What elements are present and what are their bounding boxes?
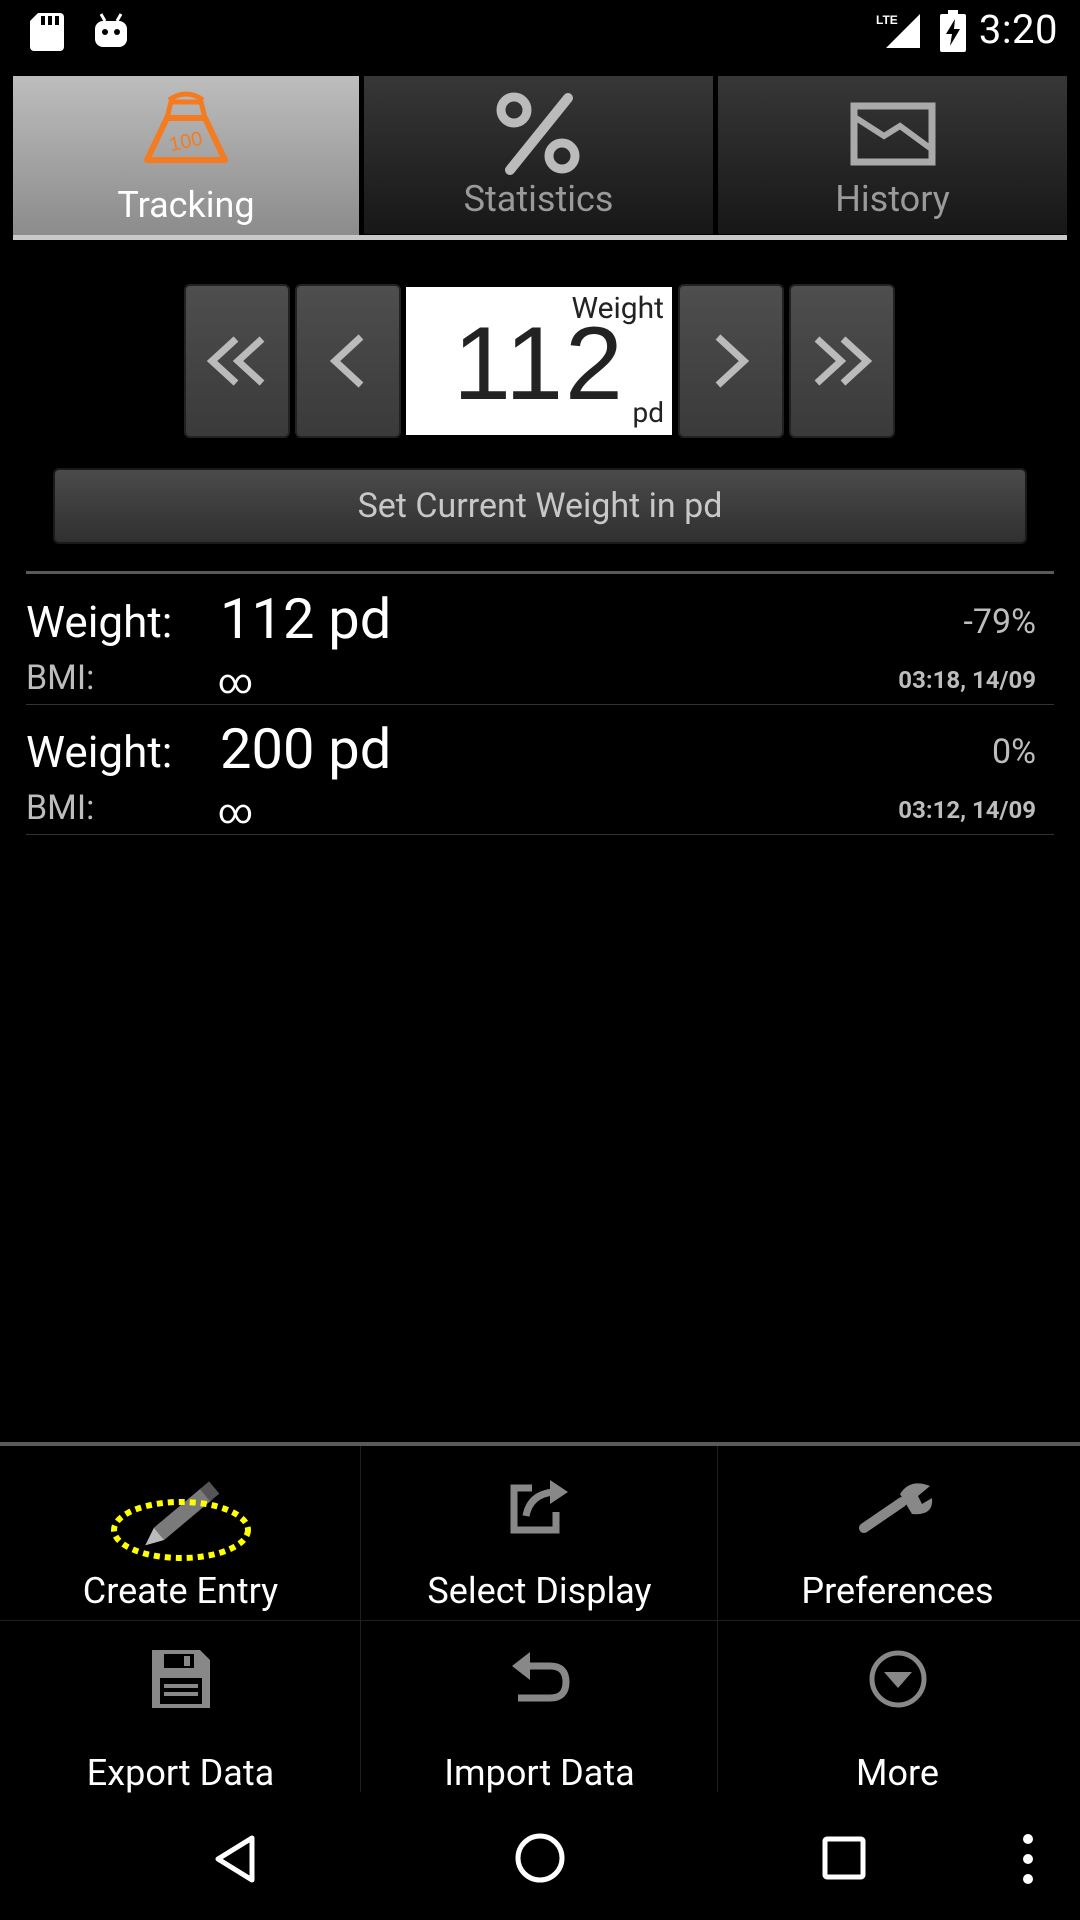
weight-display[interactable]: Weight 112 pd [406, 287, 672, 435]
android-icon [95, 13, 127, 47]
menu-separator [0, 1620, 1080, 1621]
clock: 3:20 [978, 6, 1058, 53]
tab-underline [13, 235, 1067, 240]
tab-label: Statistics [463, 178, 614, 220]
tab-statistics[interactable]: Statistics [364, 76, 715, 234]
menu-divider [0, 1442, 1080, 1446]
recents-icon[interactable] [822, 1836, 866, 1880]
export-data-button[interactable]: Export Data [2, 1622, 359, 1794]
previous-icon [329, 334, 364, 388]
bmi-label: BMI: [26, 788, 95, 828]
scale-weight-icon: 100 [144, 91, 228, 163]
select-display-button[interactable]: Select Display [361, 1448, 718, 1620]
pencil-icon [110, 1481, 251, 1561]
preferences-button[interactable]: Preferences [719, 1448, 1076, 1620]
percent-change: 0% [991, 732, 1036, 772]
undo-icon [511, 1652, 570, 1702]
overflow-menu-icon[interactable] [1018, 1832, 1038, 1886]
rewind-button[interactable] [184, 284, 290, 438]
set-current-weight-button[interactable]: Set Current Weight in pd [53, 468, 1027, 544]
svg-text:100: 100 [167, 128, 204, 156]
fast-forward-button[interactable] [789, 284, 895, 438]
percent-change: -79% [963, 602, 1036, 642]
save-icon [151, 1650, 210, 1708]
weight-value: 200 pd [220, 716, 392, 782]
import-data-button[interactable]: Import Data [361, 1622, 718, 1794]
tab-tracking[interactable]: 100 Tracking [13, 76, 361, 240]
menu-label: Preferences [801, 1570, 994, 1612]
status-bar: LTE 3:20 [0, 0, 1080, 63]
menu-label: Create Entry [82, 1570, 279, 1612]
list-item[interactable]: Weight: 200 pd 0% BMI: ∞ 03:12, 14/09 [26, 704, 1054, 835]
create-entry-button[interactable]: Create Entry [2, 1448, 359, 1620]
bmi-value: ∞ [218, 792, 253, 832]
weight-display-unit: pd [632, 396, 664, 429]
svg-text:LTE: LTE [876, 13, 898, 27]
more-icon [869, 1650, 926, 1708]
share-icon [510, 1480, 568, 1534]
percent-icon [496, 92, 579, 175]
entry-timestamp: 03:18, 14/09 [898, 666, 1036, 694]
tab-bar: 100 Tracking Statistics History [13, 76, 1067, 240]
next-icon [715, 334, 750, 388]
rewind-icon [206, 336, 265, 386]
more-button[interactable]: More [719, 1622, 1076, 1794]
weight-value: 112 pd [220, 586, 392, 652]
chart-image-icon [850, 102, 935, 166]
entry-timestamp: 03:12, 14/09 [898, 796, 1036, 824]
lte-signal-icon: LTE [876, 13, 920, 48]
sd-card-icon [30, 13, 64, 51]
battery-charging-icon [940, 10, 966, 52]
wrench-icon [858, 1483, 932, 1533]
bmi-label: BMI: [26, 658, 95, 698]
tab-label: History [835, 178, 950, 220]
tab-history[interactable]: History [718, 76, 1067, 234]
weight-label: Weight: [26, 596, 173, 648]
fast-forward-icon [814, 336, 873, 386]
home-icon[interactable] [514, 1832, 566, 1884]
weight-label: Weight: [26, 726, 173, 778]
navigation-bar [0, 1780, 1080, 1920]
tab-label: Tracking [117, 184, 255, 226]
list-item[interactable]: Weight: 112 pd -79% BMI: ∞ 03:18, 14/09 [26, 574, 1054, 705]
menu-label: Select Display [427, 1570, 652, 1612]
back-icon[interactable] [212, 1834, 258, 1884]
bmi-value: ∞ [218, 662, 253, 702]
previous-button[interactable] [295, 284, 401, 438]
next-button[interactable] [678, 284, 784, 438]
